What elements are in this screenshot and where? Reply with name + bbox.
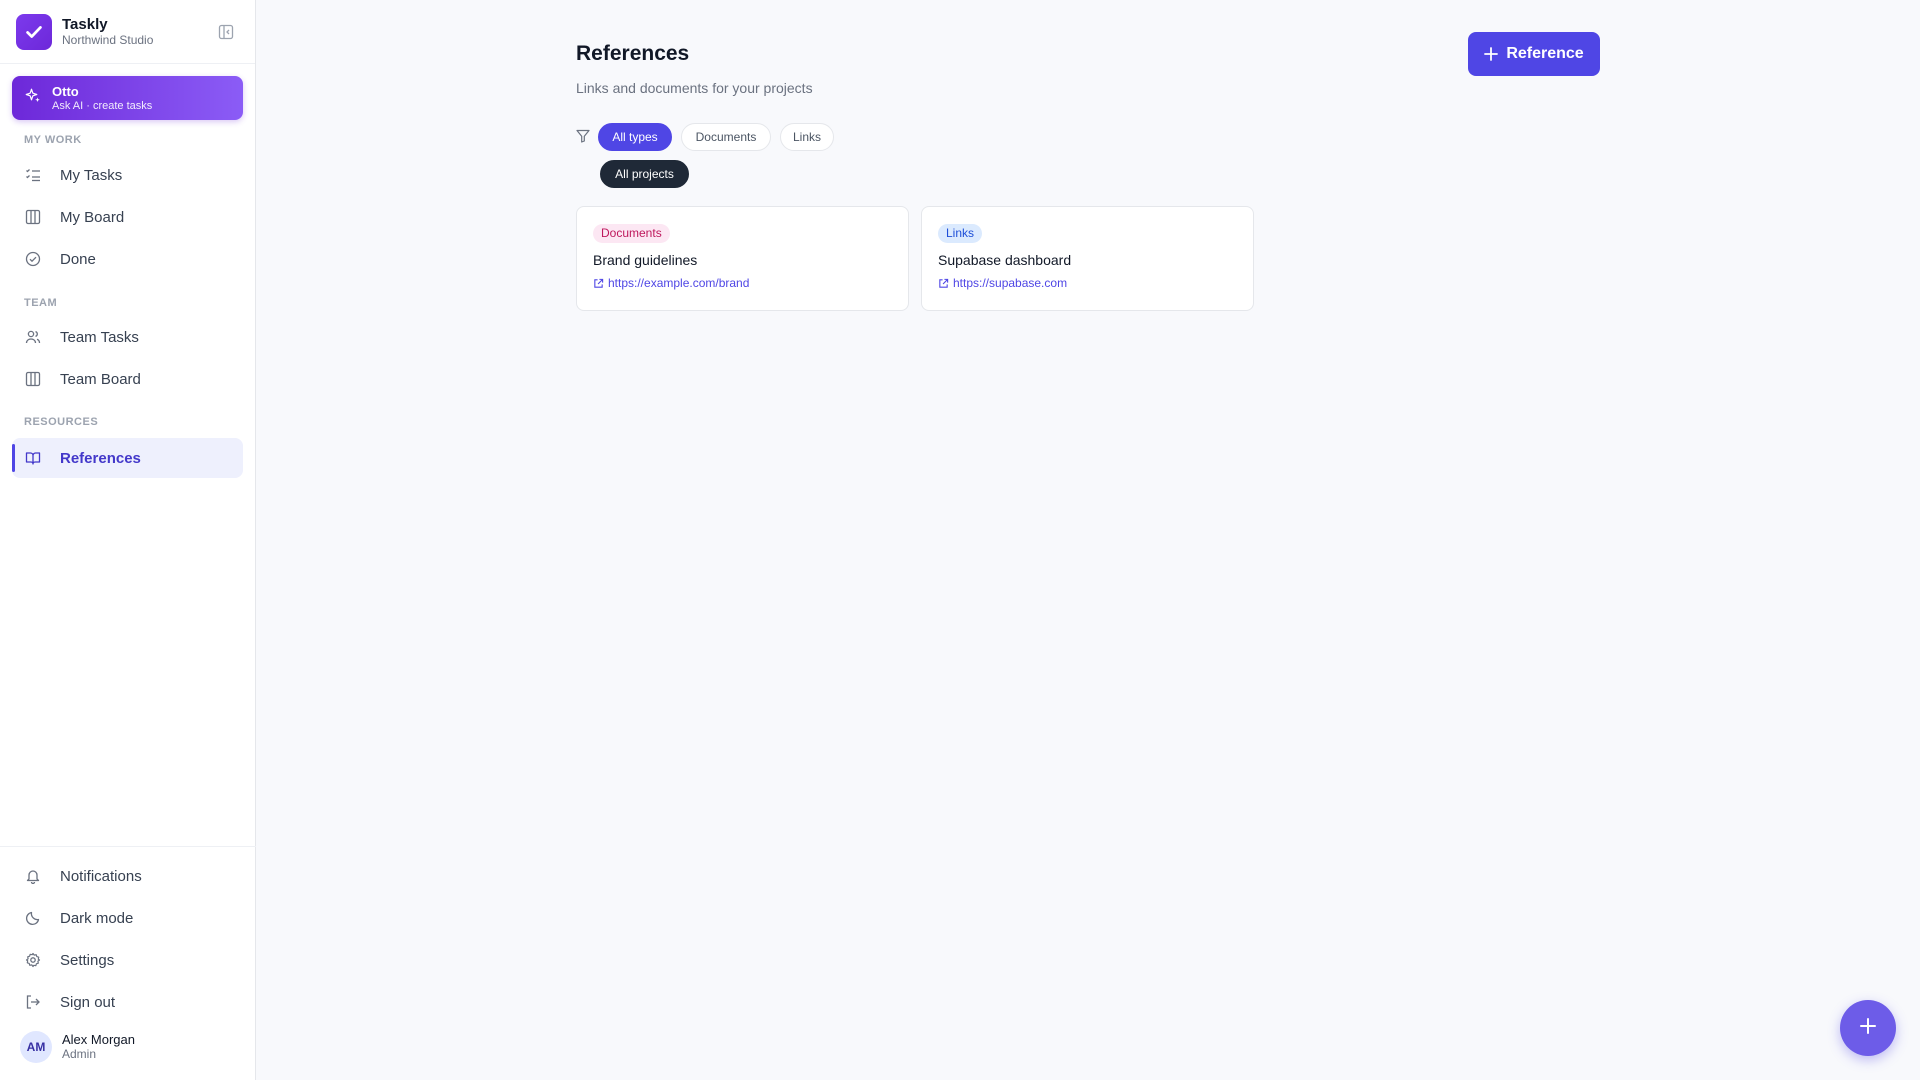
sidebar-item-label: Dark mode (60, 909, 134, 927)
plus-icon (1858, 1016, 1878, 1041)
reference-card-brand-guidelines[interactable]: Documents Brand guidelines https://examp… (576, 206, 909, 311)
type-badge-documents: Documents (593, 224, 670, 243)
otto-subtitle: Ask AI · create tasks (52, 99, 153, 112)
sidebar-item-my-board[interactable]: My Board (12, 197, 243, 237)
external-link-icon (593, 278, 604, 289)
gear-icon (24, 951, 42, 969)
otto-ai-button[interactable]: Otto Ask AI · create tasks (12, 76, 243, 120)
check-logo-icon (16, 13, 52, 50)
filter-chip-all-projects[interactable]: All projects (600, 160, 689, 188)
sidebar-item-my-tasks[interactable]: My Tasks (12, 155, 243, 195)
section-label-team: TEAM (24, 297, 58, 309)
add-reference-label: Reference (1506, 45, 1584, 62)
page-title: References (576, 42, 690, 65)
page-subtitle: Links and documents for your projects (576, 80, 813, 96)
filter-chip-all-types[interactable]: All types (598, 123, 672, 151)
check-circle-icon (24, 250, 42, 268)
log-out-icon (24, 993, 42, 1011)
user-role: Admin (62, 1047, 97, 1061)
sidebar-item-notifications[interactable]: Notifications (12, 856, 243, 896)
sidebar-divider (0, 846, 256, 847)
sidebar-item-references[interactable]: References (12, 438, 243, 478)
card-url-text: https://example.com/brand (608, 276, 750, 290)
user-name: Alex Morgan (62, 1032, 135, 1047)
type-badge-links: Links (938, 224, 983, 243)
card-link[interactable]: https://example.com/brand (593, 276, 892, 290)
sidebar-item-done[interactable]: Done (12, 239, 243, 279)
list-checks-icon (24, 166, 42, 184)
card-link[interactable]: https://supabase.com (938, 276, 1237, 290)
sidebar-item-label: Sign out (60, 993, 116, 1011)
org-name: Northwind Studio (62, 32, 154, 47)
sidebar-item-sign-out[interactable]: Sign out (12, 982, 243, 1022)
card-title: Brand guidelines (593, 252, 698, 268)
card-title: Supabase dashboard (938, 252, 1072, 268)
sidebar-item-label: Settings (60, 951, 115, 969)
sparkles-icon (24, 87, 42, 110)
section-label-my-work: MY WORK (24, 134, 82, 146)
board-columns-icon (24, 370, 42, 388)
sidebar-item-label: References (60, 449, 141, 467)
sidebar-item-team-board[interactable]: Team Board (12, 359, 243, 399)
sidebar-item-settings[interactable]: Settings (12, 940, 243, 980)
external-link-icon (938, 278, 949, 289)
reference-card-supabase-dashboard[interactable]: Links Supabase dashboard https://supabas… (921, 206, 1254, 311)
filter-chip-links[interactable]: Links (780, 123, 834, 151)
collapse-sidebar-icon[interactable] (217, 23, 235, 41)
filter-chip-documents[interactable]: Documents (681, 123, 771, 151)
sidebar-item-label: My Board (60, 208, 125, 226)
otto-title: Otto (52, 83, 79, 99)
floating-add-button[interactable] (1840, 1000, 1896, 1056)
sidebar-item-dark-mode[interactable]: Dark mode (12, 898, 243, 938)
app-name: Taskly (62, 15, 108, 33)
board-columns-icon (24, 208, 42, 226)
moon-icon (24, 909, 42, 927)
card-url-text: https://supabase.com (953, 276, 1068, 290)
filter-icon (576, 129, 590, 143)
sidebar-item-label: Team Tasks (60, 328, 139, 346)
add-reference-button[interactable]: Reference (1468, 32, 1600, 76)
user-profile[interactable]: AM Alex Morgan Admin (20, 1031, 135, 1063)
bell-icon (24, 867, 42, 885)
sidebar-item-label: My Tasks (60, 166, 123, 184)
sidebar-item-label: Notifications (60, 867, 142, 885)
sidebar-item-label: Team Board (60, 370, 141, 388)
users-icon (24, 328, 42, 346)
plus-icon (1484, 47, 1499, 61)
sidebar-item-label: Done (60, 250, 96, 268)
book-open-icon (24, 449, 42, 467)
avatar: AM (20, 1031, 52, 1063)
sidebar-item-team-tasks[interactable]: Team Tasks (12, 317, 243, 357)
brand-header: Taskly Northwind Studio (0, 0, 255, 64)
sidebar: Taskly Northwind Studio Otto Ask AI · cr… (0, 0, 256, 1080)
section-label-resources: RESOURCES (24, 416, 99, 428)
